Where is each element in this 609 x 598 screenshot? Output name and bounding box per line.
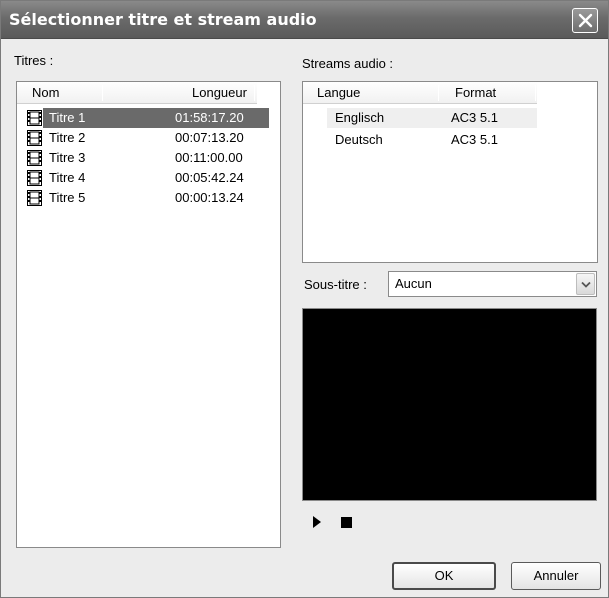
title-bar[interactable]: Sélectionner titre et stream audio: [1, 1, 608, 39]
chevron-down-icon: [581, 281, 591, 288]
subtitle-dropdown[interactable]: Aucun: [388, 271, 597, 297]
film-strip-icon: [27, 190, 42, 212]
list-item[interactable]: Titre 2 00:07:13.20: [27, 128, 267, 148]
title-duration: 01:58:17.20: [147, 108, 265, 128]
column-header-language[interactable]: Langue: [317, 82, 360, 104]
column-header-duration[interactable]: Longueur: [192, 82, 247, 104]
stop-button[interactable]: [339, 515, 355, 531]
title-name: Titre 3: [49, 150, 86, 165]
subtitle-label: Sous-titre :: [304, 277, 367, 292]
close-button[interactable]: [572, 8, 598, 33]
play-button[interactable]: [310, 514, 324, 530]
title-name: Titre 1: [45, 108, 98, 128]
title-name: Titre 2: [49, 130, 86, 145]
audio-format: AC3 5.1: [451, 110, 498, 125]
title-duration: 00:11:00.00: [175, 150, 243, 165]
list-item[interactable]: Titre 1 01:58:17.20: [27, 108, 269, 128]
ok-button[interactable]: OK: [392, 562, 496, 590]
video-preview: [302, 308, 597, 501]
title-name: Titre 5: [49, 190, 86, 205]
list-item[interactable]: Titre 3 00:11:00.00: [27, 148, 267, 168]
cancel-button[interactable]: Annuler: [511, 562, 601, 590]
dialog-window: Sélectionner titre et stream audio Titre…: [0, 0, 609, 598]
column-divider[interactable]: [254, 85, 255, 101]
column-divider[interactable]: [102, 85, 103, 101]
audio-format: AC3 5.1: [451, 132, 498, 147]
list-item[interactable]: Titre 5 00:00:13.24: [27, 188, 267, 208]
titles-list[interactable]: Nom Longueur Titre 1 01:58:17.20 Titre 2 00…: [16, 81, 281, 548]
audio-streams-list[interactable]: Langue Format Englisch AC3 5.1 Deutsch AC3 …: [302, 81, 598, 263]
column-divider[interactable]: [535, 85, 536, 101]
close-icon: [578, 13, 593, 28]
stop-icon: [341, 517, 352, 528]
title-duration: 00:05:42.24: [175, 170, 244, 185]
subtitle-dropdown-button[interactable]: [576, 273, 595, 295]
audio-streams-label: Streams audio :: [302, 56, 394, 71]
list-item[interactable]: Titre 4 00:05:42.24: [27, 168, 267, 188]
title-duration: 00:07:13.20: [175, 130, 244, 145]
audio-language: Deutsch: [335, 132, 383, 147]
titles-label: Titres :: [14, 53, 54, 68]
audio-language: Englisch: [335, 110, 385, 125]
subtitle-value: Aucun: [395, 276, 432, 291]
title-name: Titre 4: [49, 170, 86, 185]
title-duration: 00:00:13.24: [175, 190, 244, 205]
column-header-name[interactable]: Nom: [32, 82, 59, 104]
play-icon: [313, 516, 321, 528]
column-divider[interactable]: [438, 85, 439, 101]
column-header-format[interactable]: Format: [455, 82, 496, 104]
list-item[interactable]: Deutsch AC3 5.1: [327, 130, 537, 150]
list-item[interactable]: Englisch AC3 5.1: [327, 108, 537, 128]
window-title: Sélectionner titre et stream audio: [9, 10, 317, 29]
